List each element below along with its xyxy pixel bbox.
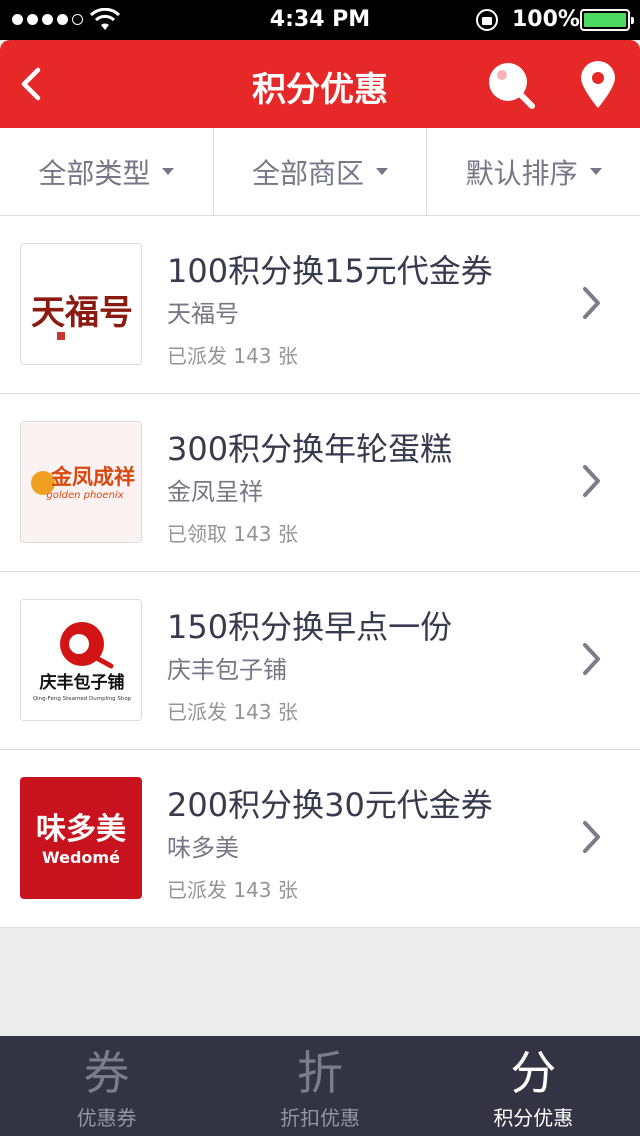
filter-district[interactable]: 全部商区	[214, 128, 428, 215]
qingfeng-logo: 庆丰包子铺 Qing-Feng Steamed Dumpling Shop	[20, 599, 142, 721]
battery-percent: 100%	[512, 7, 580, 32]
tab-coupons[interactable]: 券 优惠券	[0, 1036, 213, 1136]
offer-title: 150积分换早点一份	[167, 608, 453, 646]
offer-item[interactable]: 金凤成祥 golden phoenix 300积分换年轮蛋糕 金凤呈祥 已领取 …	[0, 394, 640, 572]
offer-title: 300积分换年轮蛋糕	[167, 430, 453, 468]
filter-bar: 全部类型 全部商区 默认排序	[0, 128, 640, 216]
logo-text: 味多美	[36, 812, 126, 847]
filter-sort[interactable]: 默认排序	[427, 128, 640, 215]
logo-text: 庆丰包子铺	[40, 672, 125, 693]
issued-count: 已派发 143 张	[167, 878, 298, 902]
offer-item[interactable]: 庆丰包子铺 Qing-Feng Steamed Dumpling Shop 15…	[0, 572, 640, 750]
logo-subtext: Wedomé	[42, 848, 120, 867]
offer-item[interactable]: 味多美 Wedomé 200积分换30元代金券 味多美 已派发 143 张	[0, 750, 640, 928]
location-pin-icon[interactable]	[578, 60, 618, 110]
shop-name: 天福号	[167, 300, 239, 328]
shop-name: 金凤呈祥	[167, 478, 263, 506]
tab-points[interactable]: 分 积分优惠	[427, 1036, 640, 1136]
chevron-right-icon	[583, 287, 600, 319]
chevron-right-icon	[583, 465, 600, 497]
rotation-lock-icon	[476, 9, 498, 31]
shop-name: 味多美	[167, 834, 239, 862]
shop-name: 庆丰包子铺	[167, 656, 287, 684]
tianfuhao-logo: 天福号	[20, 243, 142, 365]
nav-bar: 积分优惠	[0, 40, 640, 128]
issued-count: 已派发 143 张	[167, 700, 298, 724]
logo-subtext: Qing-Feng Steamed Dumpling Shop	[33, 696, 132, 702]
offer-list: 天福号 100积分换15元代金券 天福号 已派发 143 张 金凤成祥 gold…	[0, 216, 640, 928]
filter-district-label: 全部商区	[252, 156, 365, 190]
claimed-count: 已领取 143 张	[167, 522, 298, 546]
battery-icon	[580, 9, 634, 31]
issued-count: 已派发 143 张	[167, 344, 298, 368]
logo-text: 天福号	[31, 293, 133, 333]
chevron-right-icon	[583, 821, 600, 853]
search-icon[interactable]	[486, 60, 536, 110]
filter-category-label: 全部类型	[38, 156, 151, 190]
logo-subtext: golden phoenix	[46, 490, 123, 501]
filter-category[interactable]: 全部类型	[0, 128, 214, 215]
offer-title: 200积分换30元代金券	[167, 786, 493, 824]
status-bar: 4:34 PM 100%	[0, 0, 640, 40]
tab-points-label: 积分优惠	[493, 1106, 574, 1130]
tab-coupons-label: 优惠券	[76, 1106, 137, 1130]
page-title: 积分优惠	[252, 70, 388, 110]
logo-text: 金凤成祥	[50, 464, 135, 489]
tab-bar: 券 优惠券 折 折扣优惠 分 积分优惠	[0, 1036, 640, 1136]
tab-discounts-label: 折扣优惠	[279, 1106, 360, 1130]
filter-sort-label: 默认排序	[465, 156, 578, 190]
caret-down-icon	[162, 168, 175, 175]
tab-discounts[interactable]: 折 折扣优惠	[213, 1036, 426, 1136]
coupon-icon: 券	[83, 1046, 130, 1100]
golden-phoenix-logo: 金凤成祥 golden phoenix	[20, 421, 142, 543]
wedome-logo: 味多美 Wedomé	[20, 777, 142, 899]
discount-icon: 折	[296, 1046, 343, 1100]
points-icon: 分	[510, 1046, 557, 1100]
offer-title: 100积分换15元代金券	[167, 252, 493, 290]
offer-item[interactable]: 天福号 100积分换15元代金券 天福号 已派发 143 张	[0, 216, 640, 394]
caret-down-icon	[376, 168, 389, 175]
chevron-right-icon	[583, 643, 600, 675]
caret-down-icon	[589, 168, 602, 175]
